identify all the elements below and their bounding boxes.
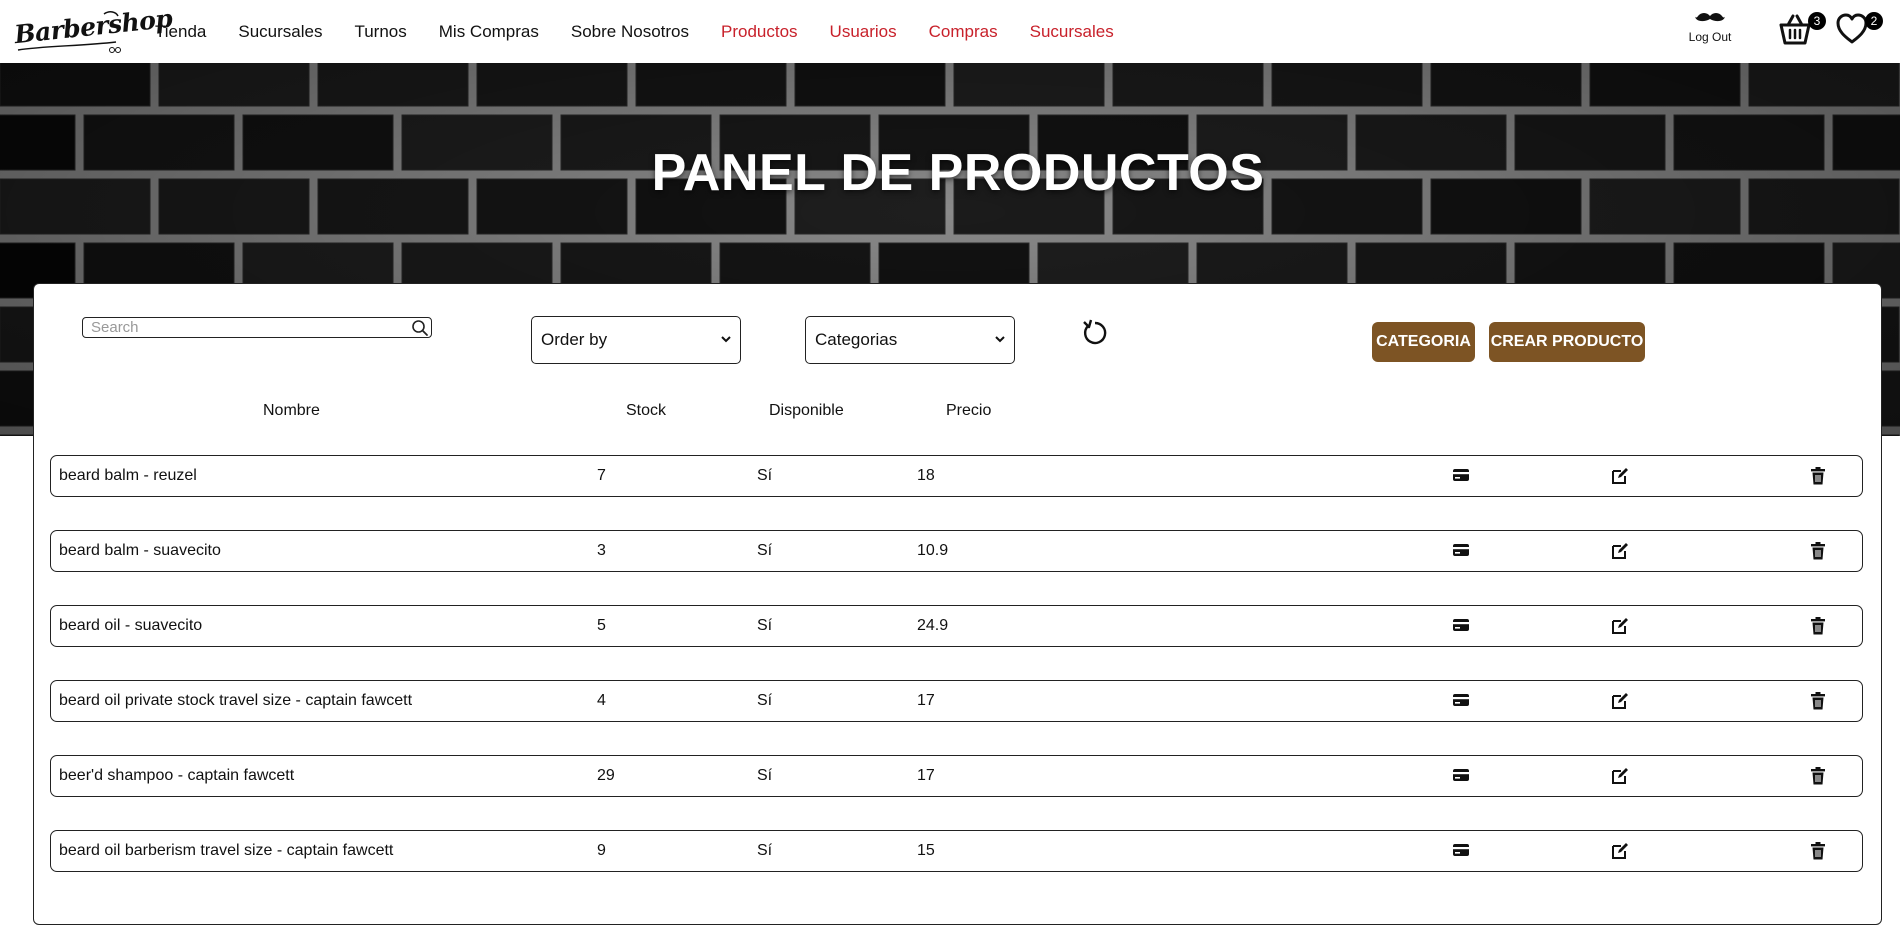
table-row: beard balm - reuzel 7 Sí 18: [50, 455, 1863, 497]
product-available: Sí: [757, 542, 773, 559]
cart-count-badge: 3: [1808, 12, 1826, 30]
heart-icon: [1836, 13, 1868, 44]
categoria-button[interactable]: CATEGORIA: [1372, 322, 1475, 362]
product-stock: 4: [597, 692, 606, 709]
product-price: 17: [917, 767, 935, 784]
mustache-icon: [1695, 13, 1725, 22]
nav-mis-compras[interactable]: Mis Compras: [439, 22, 539, 42]
header-disponible: Disponible: [769, 402, 844, 419]
search-input[interactable]: [83, 318, 401, 337]
chevron-down-icon: [995, 336, 1005, 343]
product-stock: 5: [597, 617, 606, 634]
main-nav: Tienda Sucursales Turnos Mis Compras Sob…: [155, 0, 1146, 63]
product-name: beard oil barberism travel size - captai…: [59, 842, 394, 859]
refresh-icon[interactable]: [1079, 317, 1111, 349]
table-row: beard balm - suavecito 3 Sí 10.9: [50, 530, 1863, 572]
navbar: Barbershop Tienda Sucursales Turnos Mis …: [0, 0, 1904, 63]
nav-admin-usuarios[interactable]: Usuarios: [830, 22, 897, 42]
product-stock: 3: [597, 542, 606, 559]
product-available: Sí: [757, 692, 773, 709]
product-name: beard oil private stock travel size - ca…: [59, 692, 413, 709]
trash-icon[interactable]: [1810, 767, 1826, 790]
cart-button[interactable]: 3: [1778, 12, 1826, 52]
search-icon[interactable]: [411, 319, 429, 337]
credit-card-icon[interactable]: [1452, 617, 1470, 638]
edit-icon[interactable]: [1611, 842, 1629, 865]
crear-producto-button[interactable]: CREAR PRODUCTO: [1489, 322, 1645, 362]
edit-icon[interactable]: [1611, 542, 1629, 565]
product-available: Sí: [757, 842, 773, 859]
header-stock: Stock: [626, 402, 667, 419]
product-stock: 7: [597, 467, 606, 484]
logout-label: Log Out: [1688, 30, 1732, 44]
product-name: beard oil - suavecito: [59, 617, 203, 634]
product-available: Sí: [757, 617, 773, 634]
trash-icon[interactable]: [1810, 542, 1826, 565]
table-row: beard oil private stock travel size - ca…: [50, 680, 1863, 722]
product-price: 17: [917, 692, 935, 709]
nav-turnos[interactable]: Turnos: [354, 22, 406, 42]
product-price: 15: [917, 842, 935, 859]
categories-value: Categorias: [815, 330, 898, 349]
nav-admin-sucursales[interactable]: Sucursales: [1030, 22, 1114, 42]
product-name: beard balm - suavecito: [59, 542, 221, 559]
logout-button[interactable]: Log Out: [1685, 12, 1735, 44]
basket-icon: [1779, 14, 1811, 45]
trash-icon[interactable]: [1810, 842, 1826, 865]
product-price: 10.9: [917, 542, 949, 559]
edit-icon[interactable]: [1611, 692, 1629, 715]
credit-card-icon[interactable]: [1452, 692, 1470, 713]
edit-icon[interactable]: [1611, 767, 1629, 790]
products-panel: Order by Categorias CATEGORIA CREAR PROD…: [33, 283, 1882, 925]
page-title: PANEL DE PRODUCTOS: [651, 144, 1265, 202]
product-name: beard balm - reuzel: [59, 467, 197, 484]
nav-sobre-nosotros[interactable]: Sobre Nosotros: [571, 22, 689, 42]
nav-sucursales[interactable]: Sucursales: [238, 22, 322, 42]
order-by-value: Order by: [541, 330, 608, 349]
table-row: beard oil barberism travel size - captai…: [50, 830, 1863, 872]
credit-card-icon[interactable]: [1452, 542, 1470, 563]
search-box: [82, 317, 432, 338]
table-row: beer'd shampoo - captain fawcett 29 Sí 17: [50, 755, 1863, 797]
nav-admin-compras[interactable]: Compras: [929, 22, 998, 42]
nav-admin-productos[interactable]: Productos: [721, 22, 798, 42]
order-by-select[interactable]: Order by: [531, 316, 741, 364]
credit-card-icon[interactable]: [1452, 767, 1470, 788]
header-nombre: Nombre: [263, 402, 320, 419]
table-row: beard oil - suavecito 5 Sí 24.9: [50, 605, 1863, 647]
product-name: beer'd shampoo - captain fawcett: [59, 767, 295, 784]
favorites-count-badge: 2: [1865, 12, 1883, 30]
product-stock: 29: [597, 767, 615, 784]
product-price: 24.9: [917, 617, 949, 634]
nav-tienda[interactable]: Tienda: [155, 22, 206, 42]
trash-icon[interactable]: [1810, 617, 1826, 640]
header-precio: Precio: [946, 402, 992, 419]
chevron-down-icon: [721, 336, 731, 343]
edit-icon[interactable]: [1611, 617, 1629, 640]
trash-icon[interactable]: [1810, 692, 1826, 715]
product-stock: 9: [597, 842, 606, 859]
product-available: Sí: [757, 467, 773, 484]
trash-icon[interactable]: [1810, 467, 1826, 490]
product-price: 18: [917, 467, 935, 484]
credit-card-icon[interactable]: [1452, 842, 1470, 863]
edit-icon[interactable]: [1611, 467, 1629, 490]
categories-select[interactable]: Categorias: [805, 316, 1015, 364]
favorites-button[interactable]: 2: [1835, 12, 1883, 52]
credit-card-icon[interactable]: [1452, 467, 1470, 488]
product-available: Sí: [757, 767, 773, 784]
barbershop-logo[interactable]: Barbershop: [12, 4, 174, 56]
